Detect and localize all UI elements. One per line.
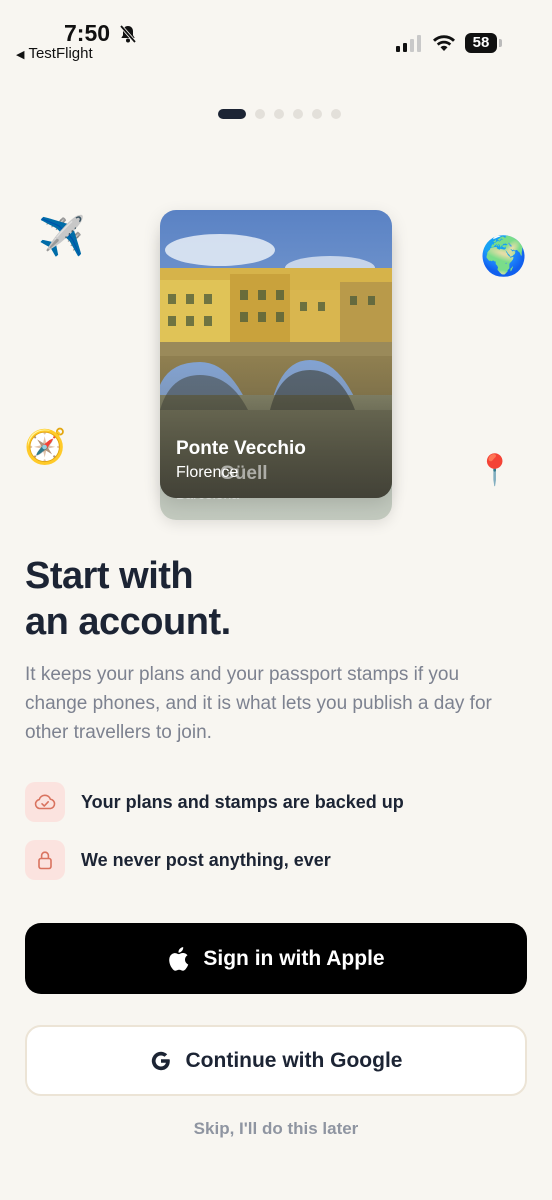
battery-tip xyxy=(499,39,502,47)
title-line-1: Start with xyxy=(25,555,194,597)
pager-dot[interactable] xyxy=(331,109,341,119)
feature-label: We never post anything, ever xyxy=(81,849,331,870)
google-button-label: Continue with Google xyxy=(185,1048,403,1072)
pager-dot[interactable] xyxy=(293,109,303,119)
cloud-icon xyxy=(25,782,65,822)
sign-in-with-apple-button[interactable]: Sign in with Apple xyxy=(25,923,527,994)
back-arrow-icon: ◀ xyxy=(16,49,25,61)
feature-label: Your plans and stamps are backed up xyxy=(81,791,404,812)
globe-icon: 🌍 xyxy=(480,236,528,278)
back-to-app-link[interactable]: ◀ TestFlight xyxy=(16,45,93,62)
battery-indicator: 58 xyxy=(465,33,497,53)
status-bar: 7:50 ◀ TestFlight 58 xyxy=(0,0,552,70)
airplane-icon: ✈️ xyxy=(38,216,86,258)
map-pin-icon: 📍 xyxy=(476,454,514,487)
apple-logo-icon xyxy=(167,946,189,972)
compass-icon: 🧭 xyxy=(24,428,67,466)
page-title: Start with an account. xyxy=(25,553,231,645)
silent-bell-icon xyxy=(119,24,137,44)
wifi-icon xyxy=(433,35,455,51)
feature-item-privacy: We never post anything, ever xyxy=(25,840,331,880)
card-title: Ponte Vecchio xyxy=(176,438,306,459)
google-logo-icon xyxy=(150,1050,172,1072)
title-line-2: an account. xyxy=(25,601,231,643)
feature-item-backup: Your plans and stamps are backed up xyxy=(25,782,404,822)
back-app-label: TestFlight xyxy=(28,45,93,62)
status-time: 7:50 xyxy=(64,20,111,46)
onboarding-pager xyxy=(218,109,341,119)
skip-link[interactable]: Skip, I'll do this later xyxy=(0,1119,552,1139)
destination-card[interactable]: Ponte Vecchio Florence xyxy=(160,210,392,498)
pager-dot[interactable] xyxy=(274,109,284,119)
cellular-signal-icon xyxy=(396,35,421,52)
continue-with-google-button[interactable]: Continue with Google xyxy=(25,1025,527,1096)
apple-button-label: Sign in with Apple xyxy=(203,946,385,970)
page-description: It keeps your plans and your passport st… xyxy=(25,664,492,743)
pager-dot[interactable] xyxy=(312,109,322,119)
pager-dot[interactable] xyxy=(255,109,265,119)
pager-dot-active[interactable] xyxy=(218,109,246,119)
back-card-title: Güell xyxy=(220,463,268,484)
lock-icon xyxy=(25,840,65,880)
